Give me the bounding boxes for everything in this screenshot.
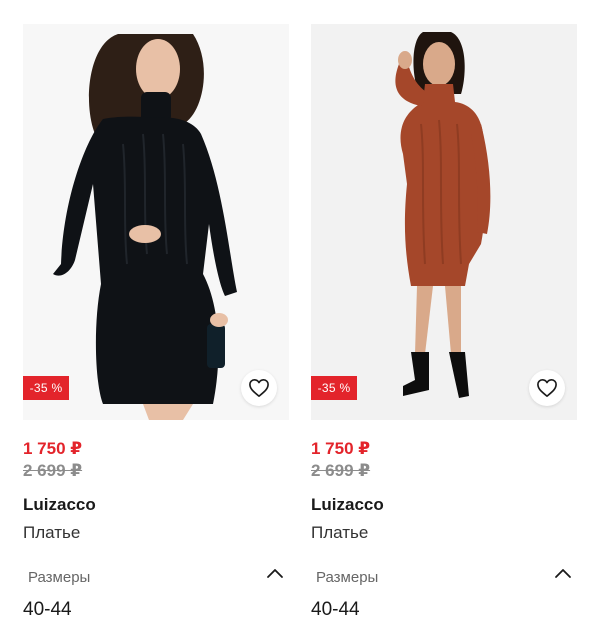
add-to-favorites-button[interactable] (529, 370, 565, 406)
chevron-up-icon[interactable] (265, 566, 285, 582)
product-image-black-dress (23, 24, 289, 420)
product-card[interactable]: -35 % 1 750 ₽ 2 699 ₽ Luizacco Платье Ра… (311, 0, 577, 637)
product-brand[interactable]: Luizacco (311, 495, 384, 515)
product-image-rust-dress (311, 24, 577, 420)
sizes-value: 40-44 (23, 599, 72, 620)
price-current: 1 750 ₽ (311, 439, 371, 458)
product-type: Платье (23, 523, 81, 542)
price-current: 1 750 ₽ (23, 439, 83, 458)
add-to-favorites-button[interactable] (241, 370, 277, 406)
price-old: 2 699 ₽ (311, 461, 371, 480)
price-old: 2 699 ₽ (23, 461, 83, 480)
product-photo[interactable] (23, 24, 289, 420)
discount-badge: -35 % (23, 376, 69, 400)
product-grid: -35 % 1 750 ₽ 2 699 ₽ Luizacco Платье Ра… (0, 0, 600, 637)
product-card[interactable]: -35 % 1 750 ₽ 2 699 ₽ Luizacco Платье Ра… (23, 0, 289, 637)
product-photo[interactable] (311, 24, 577, 420)
product-brand[interactable]: Luizacco (23, 495, 96, 515)
heart-icon (537, 379, 557, 397)
heart-icon (249, 379, 269, 397)
sizes-label: Размеры (28, 569, 91, 586)
chevron-up-icon[interactable] (553, 566, 573, 582)
product-type: Платье (311, 523, 369, 542)
discount-badge: -35 % (311, 376, 357, 400)
sizes-value: 40-44 (311, 599, 360, 620)
sizes-label: Размеры (316, 569, 379, 586)
